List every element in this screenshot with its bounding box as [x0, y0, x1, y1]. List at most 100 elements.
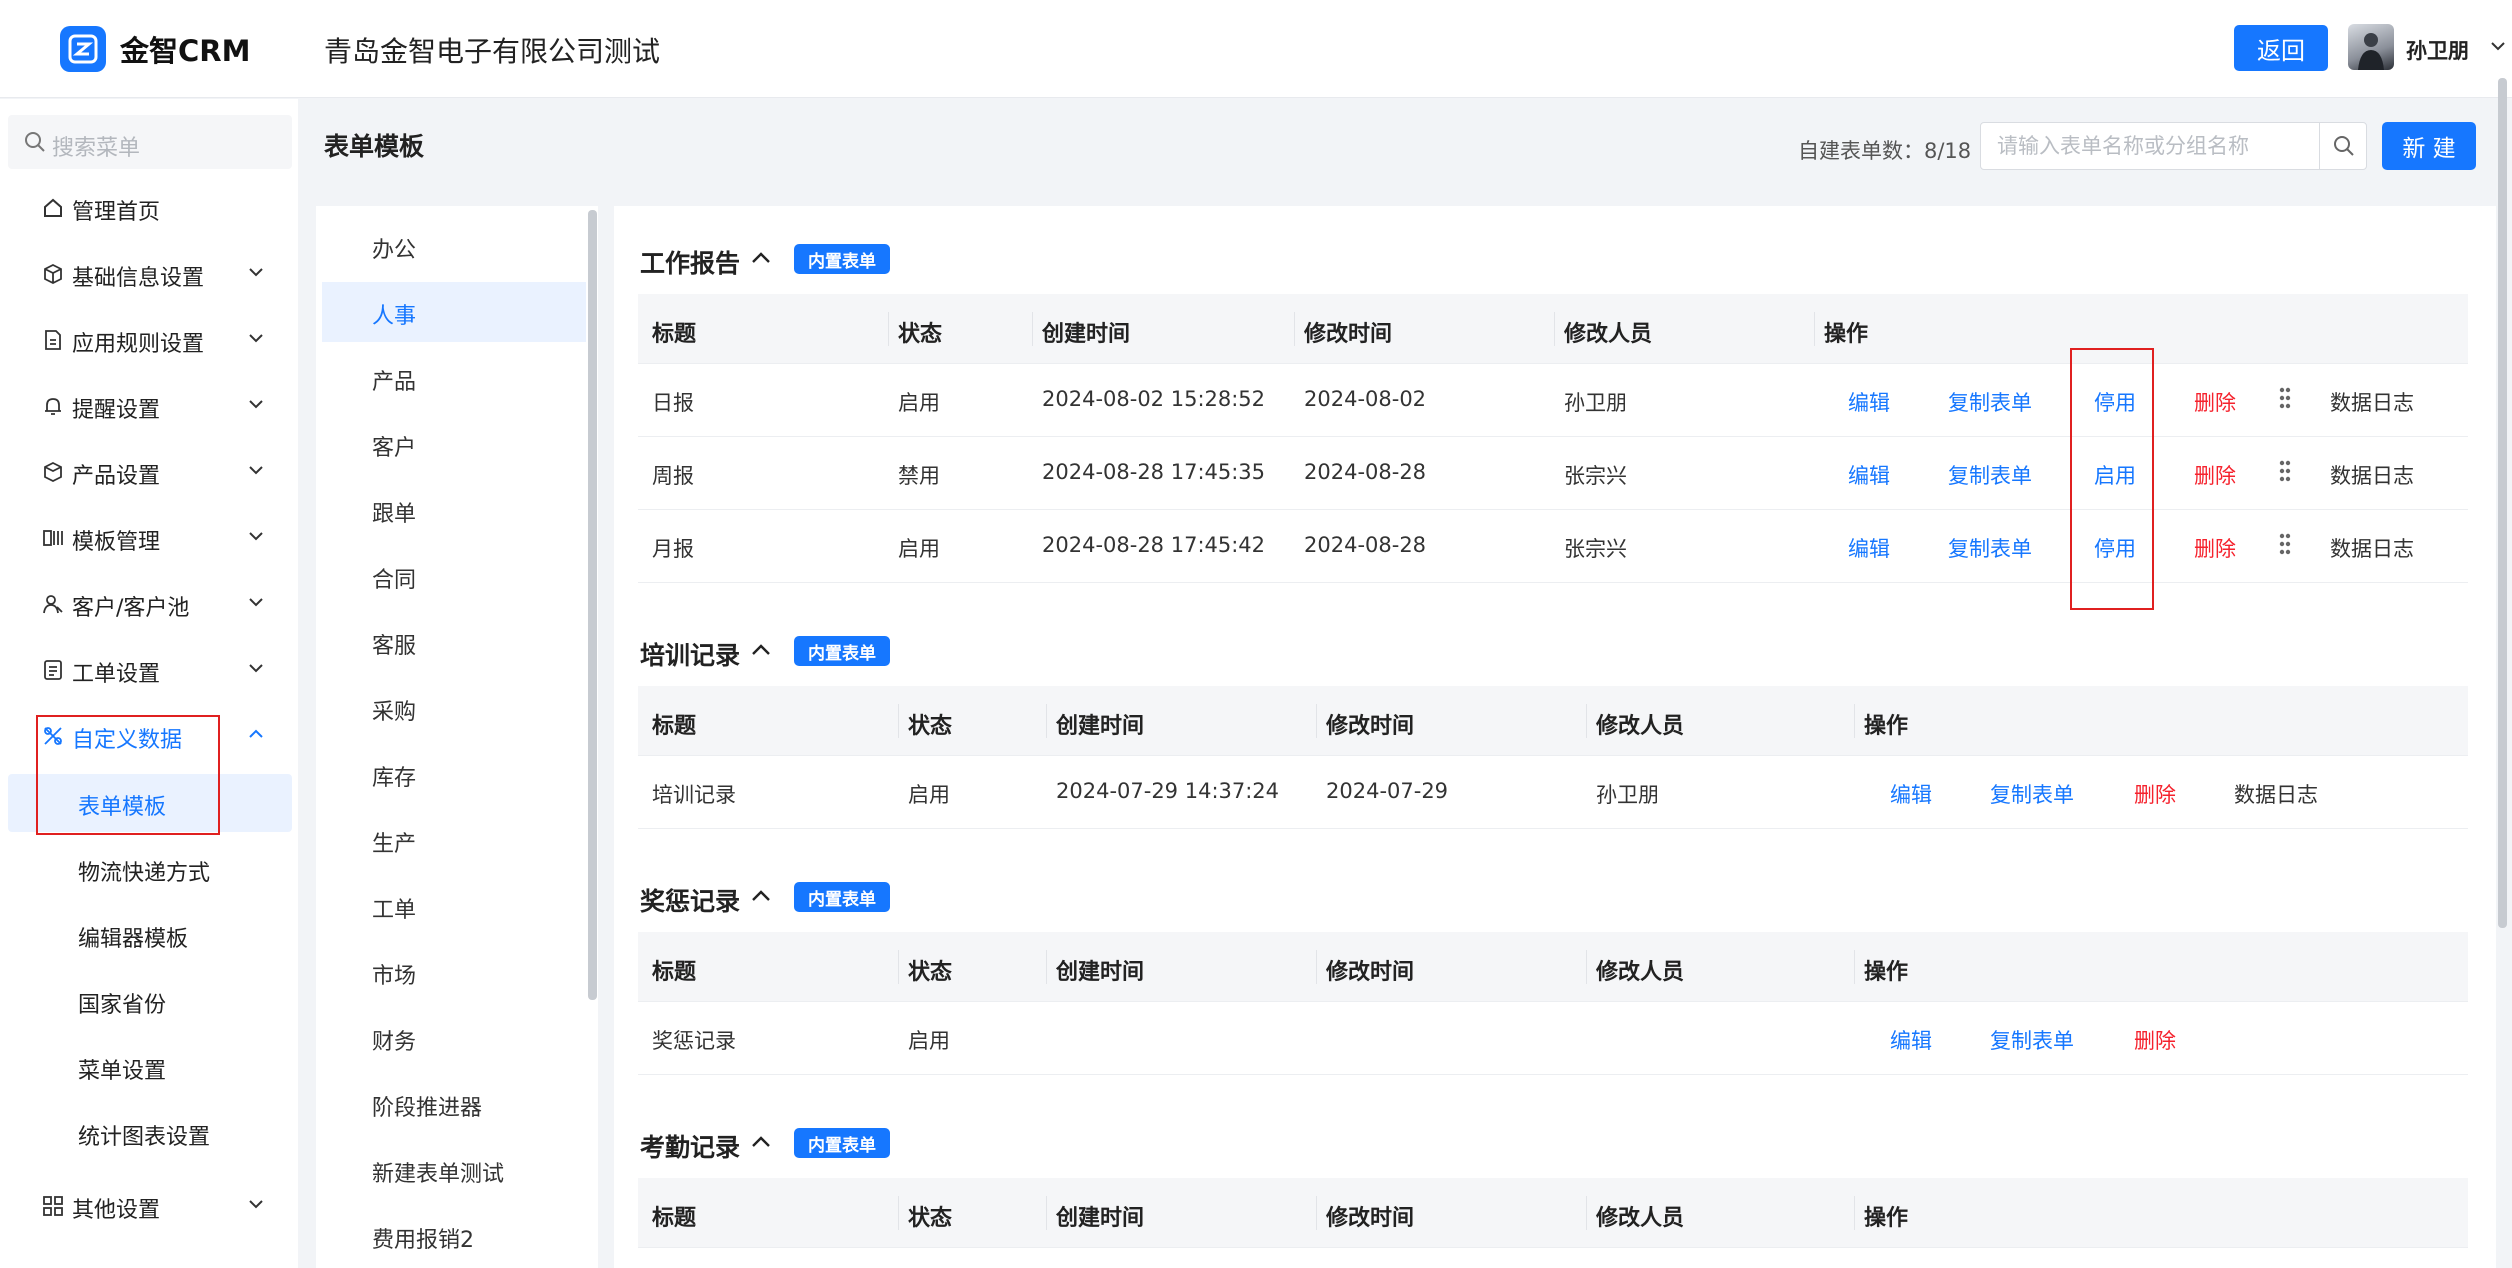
sidebar-item-label: 管理首页	[72, 200, 161, 225]
category-label: 产品	[372, 370, 417, 395]
category-item[interactable]: 客户	[322, 414, 586, 474]
delete-link[interactable]: 删除	[2134, 1025, 2176, 1055]
chevron-down-icon	[249, 400, 263, 409]
new-form-button[interactable]: 新 建	[2382, 122, 2476, 170]
copy-form-link[interactable]: 复制表单	[1990, 779, 2074, 809]
category-item[interactable]: 市场	[322, 942, 586, 1002]
back-button[interactable]: 返回	[2234, 25, 2328, 71]
cell-modified: 2024-08-02	[1304, 387, 1427, 411]
cell-title: 月报	[652, 537, 694, 561]
drag-handle-icon[interactable]	[2278, 459, 2292, 485]
content-scrollbar[interactable]	[2498, 78, 2507, 928]
delete-link[interactable]: 删除	[2194, 533, 2236, 563]
sidebar-item-products[interactable]: 产品设置	[0, 443, 298, 501]
sidebar-subitem-provinces[interactable]: 国家省份	[0, 972, 298, 1030]
sidebar-subitem-editor-template[interactable]: 编辑器模板	[0, 906, 298, 964]
copy-form-link[interactable]: 复制表单	[1948, 533, 2032, 563]
avatar[interactable]	[2348, 24, 2394, 70]
sidebar-item-home[interactable]: 管理首页	[0, 179, 298, 237]
category-item-selected[interactable]: 人事	[322, 282, 586, 342]
edit-link[interactable]: 编辑	[1848, 533, 1890, 563]
sidebar-item-app-rules[interactable]: 应用规则设置	[0, 311, 298, 369]
th-modified: 修改时间	[1304, 322, 1393, 347]
sidebar-search[interactable]: 搜索菜单	[8, 115, 292, 169]
category-label: 客户	[372, 436, 417, 461]
copy-form-link[interactable]: 复制表单	[1948, 387, 2032, 417]
category-item[interactable]: 库存	[322, 744, 586, 804]
category-item[interactable]: 办公	[322, 216, 586, 276]
box-icon	[44, 263, 62, 285]
chevron-down-icon[interactable]	[2490, 40, 2506, 52]
th-title: 标题	[652, 714, 697, 739]
edit-link[interactable]: 编辑	[1848, 460, 1890, 490]
category-item[interactable]: 阶段推进器	[322, 1074, 586, 1134]
form-search-button[interactable]	[2319, 122, 2367, 170]
logo-icon	[60, 26, 106, 72]
delete-link[interactable]: 删除	[2194, 387, 2236, 417]
builtin-tag: 内置表单	[794, 882, 890, 912]
data-log-link[interactable]: 数据日志	[2234, 779, 2318, 809]
th-status: 状态	[908, 960, 953, 985]
chevron-up-icon[interactable]	[750, 250, 772, 266]
sidebar-item-other-settings[interactable]: 其他设置	[0, 1177, 298, 1235]
sidebar-search-placeholder: 搜索菜单	[52, 136, 141, 161]
edit-link[interactable]: 编辑	[1848, 387, 1890, 417]
builtin-tag: 内置表单	[794, 636, 890, 666]
sidebar-item-templates[interactable]: 模板管理	[0, 509, 298, 567]
category-item[interactable]: 跟单	[322, 480, 586, 540]
username[interactable]: 孙卫朋	[2406, 35, 2469, 65]
sidebar-item-label: 产品设置	[72, 464, 161, 489]
category-item[interactable]: 产品	[322, 348, 586, 408]
category-item[interactable]: 生产	[322, 810, 586, 870]
category-item[interactable]: 财务	[322, 1008, 586, 1068]
chevron-up-icon[interactable]	[750, 888, 772, 904]
th-status: 状态	[908, 1206, 953, 1231]
top-bar: 金智CRM 青岛金智电子有限公司测试 返回 孙卫朋	[0, 0, 2512, 98]
edit-link[interactable]: 编辑	[1890, 1025, 1932, 1055]
th-created: 创建时间	[1042, 322, 1131, 347]
drag-handle-icon[interactable]	[2278, 386, 2292, 412]
data-log-link[interactable]: 数据日志	[2330, 387, 2414, 417]
sidebar-subitem-menu-settings[interactable]: 菜单设置	[0, 1038, 298, 1096]
cell-modifier: 张宗兴	[1564, 464, 1627, 488]
data-log-link[interactable]: 数据日志	[2330, 533, 2414, 563]
data-log-link[interactable]: 数据日志	[2330, 460, 2414, 490]
category-item[interactable]: 新建表单测试	[322, 1140, 586, 1200]
category-list: 办公 人事 产品 客户 跟单 合同 客服 采购 库存 生产 工单 市场 财务 阶…	[316, 206, 598, 1268]
table-header: 标题 状态 创建时间 修改时间 修改人员 操作	[638, 932, 2468, 1002]
category-item[interactable]: 合同	[322, 546, 586, 606]
category-item[interactable]: 工单	[322, 876, 586, 936]
copy-form-link[interactable]: 复制表单	[1990, 1025, 2074, 1055]
delete-link[interactable]: 删除	[2194, 460, 2236, 490]
category-item[interactable]: 费用报销2	[322, 1206, 586, 1266]
th-modified: 修改时间	[1326, 960, 1415, 985]
category-item[interactable]: 客服	[322, 612, 586, 672]
category-label: 人事	[372, 304, 417, 329]
copy-form-link[interactable]: 复制表单	[1948, 460, 2032, 490]
sidebar-subitem-chart-settings[interactable]: 统计图表设置	[0, 1104, 298, 1162]
cell-modified: 2024-08-28	[1304, 460, 1427, 484]
th-modified: 修改时间	[1326, 714, 1415, 739]
form-search-input[interactable]	[1980, 122, 2320, 170]
sidebar-item-basic-info[interactable]: 基础信息设置	[0, 245, 298, 303]
th-status: 状态	[898, 322, 943, 347]
delete-link[interactable]: 删除	[2134, 779, 2176, 809]
chevron-up-icon[interactable]	[750, 642, 772, 658]
sidebar-item-label: 工单设置	[72, 662, 161, 687]
th-status: 状态	[908, 714, 953, 739]
drag-handle-icon[interactable]	[2278, 532, 2292, 558]
sidebar-subitem-logistics[interactable]: 物流快递方式	[0, 840, 298, 898]
category-scrollbar[interactable]	[588, 210, 597, 1000]
th-modified: 修改时间	[1326, 1206, 1415, 1231]
category-item[interactable]: 采购	[322, 678, 586, 738]
cell-modified: 2024-08-28	[1304, 533, 1427, 557]
group-title: 奖惩记录	[640, 887, 741, 916]
edit-link[interactable]: 编辑	[1890, 779, 1932, 809]
sidebar-item-customers[interactable]: 客户/客户池	[0, 575, 298, 633]
chevron-up-icon[interactable]	[750, 1134, 772, 1150]
sidebar-item-tickets[interactable]: 工单设置	[0, 641, 298, 699]
sidebar-item-reminders[interactable]: 提醒设置	[0, 377, 298, 435]
form-count: 自建表单数：8/18	[1798, 139, 1972, 163]
cell-created: 2024-08-02 15:28:52	[1042, 387, 1266, 411]
sidebar-item-label: 客户/客户池	[72, 596, 190, 621]
